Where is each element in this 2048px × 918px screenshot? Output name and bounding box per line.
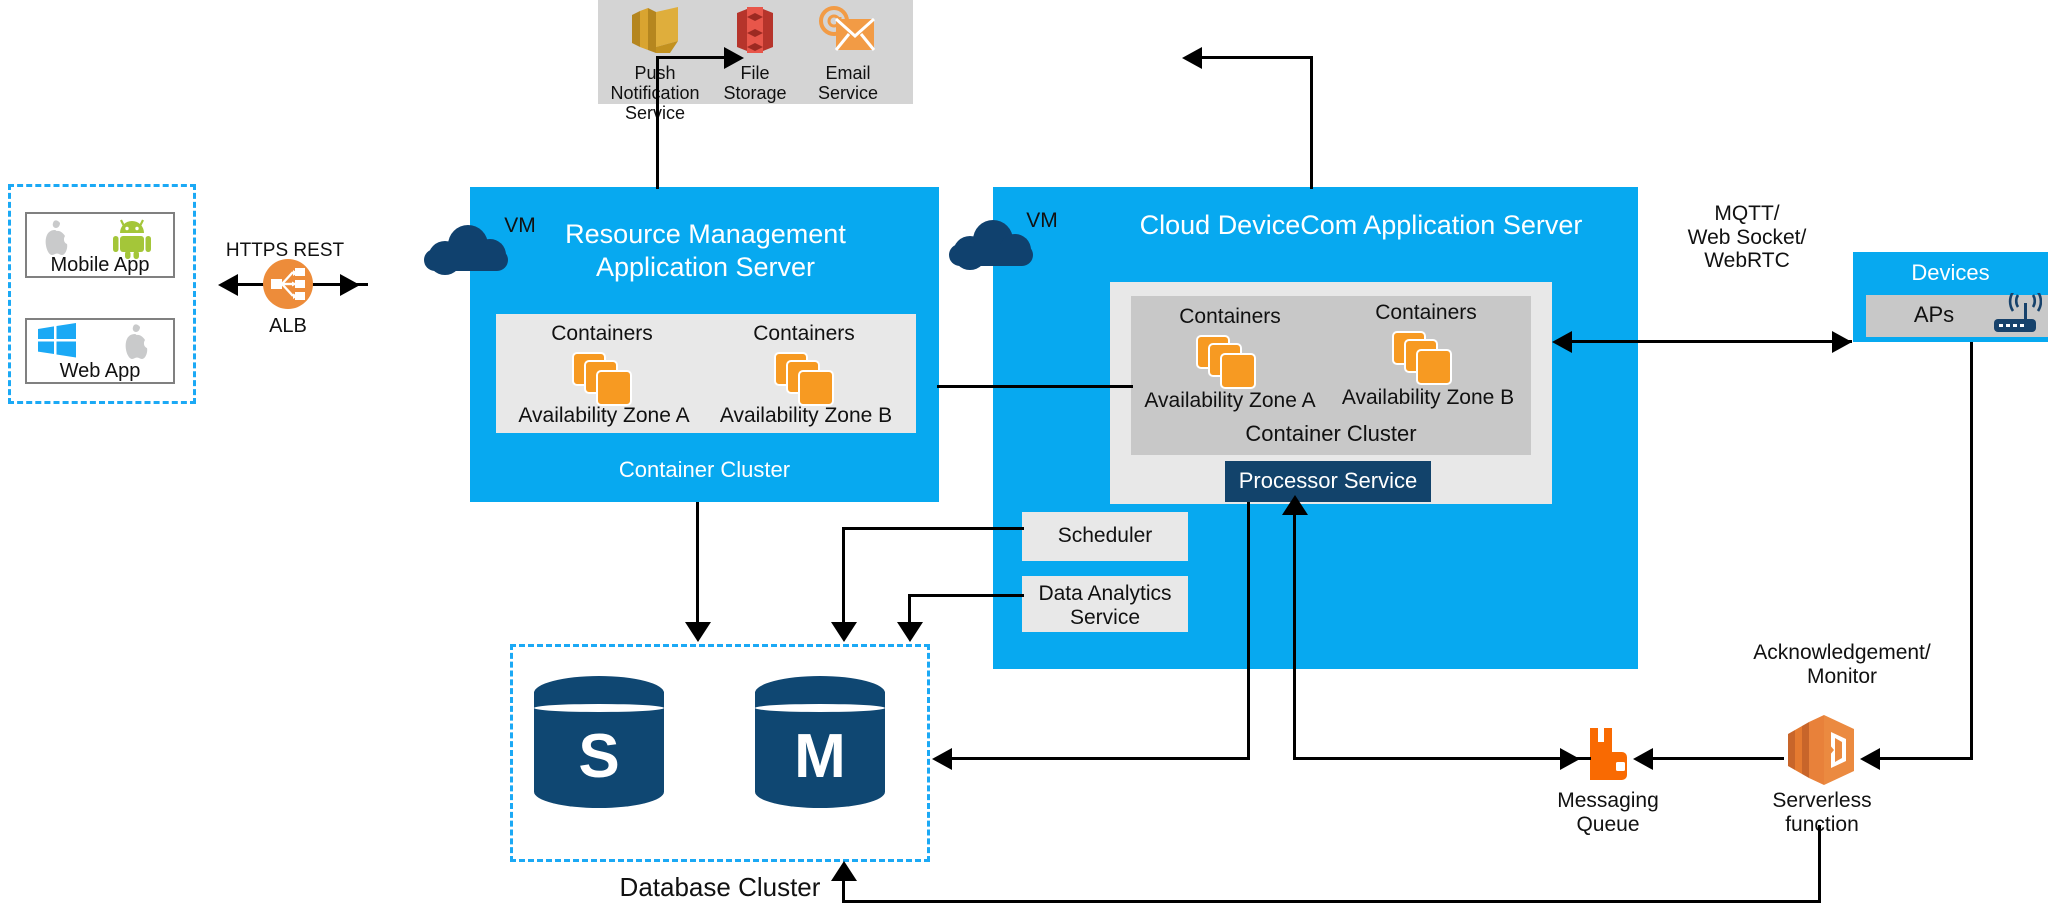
serverless-to-database-line-v2 bbox=[842, 880, 845, 902]
database-node-letter: M bbox=[755, 721, 885, 792]
containers-icon bbox=[774, 352, 832, 404]
serverless-to-database-line-h bbox=[842, 900, 1821, 903]
serverless-function-icon bbox=[1784, 712, 1860, 788]
wifi-access-point-icon bbox=[1990, 293, 2042, 335]
top-service-label-0: Push Notification Service bbox=[600, 63, 710, 123]
devicecom-zone-b-containers-label: Containers bbox=[1328, 301, 1524, 325]
devicecom-zone-a-containers-label: Containers bbox=[1135, 305, 1325, 329]
processor-to-database-line-h bbox=[950, 757, 1250, 760]
messaging-queue-icon bbox=[1583, 728, 1631, 782]
containers-icon bbox=[572, 352, 630, 404]
email-service-icon bbox=[818, 5, 876, 55]
devices-to-serverless-line-v bbox=[1970, 342, 1973, 759]
devicecom-to-topservices-line-h bbox=[1200, 56, 1313, 59]
serverless-to-database-arrowhead bbox=[831, 861, 857, 881]
acknowledgement-monitor-label: Acknowledgement/ Monitor bbox=[1737, 641, 1947, 688]
devices-to-serverless-arrowhead bbox=[1860, 748, 1880, 770]
serverless-to-queue-arrowhead bbox=[1633, 748, 1653, 770]
load-balancer-icon[interactable] bbox=[262, 258, 314, 310]
containers-icon bbox=[1392, 331, 1450, 383]
containers-icon bbox=[1196, 335, 1254, 387]
devicecom-to-topservices-arrowhead bbox=[1182, 47, 1202, 69]
resource-container-cluster-label: Container Cluster bbox=[470, 458, 939, 483]
resource-to-database-arrowhead bbox=[685, 622, 711, 642]
devicecom-server-title: Cloud DeviceCom Application Server bbox=[1076, 210, 1646, 240]
queue-to-processor-line-v bbox=[1293, 512, 1296, 757]
processor-to-database-line-v bbox=[1247, 502, 1250, 760]
devicecom-vm-label: VM bbox=[1018, 209, 1066, 233]
scheduler-label: Scheduler bbox=[1022, 524, 1188, 548]
mqtt-protocol-label: MQTT/ Web Socket/ WebRTC bbox=[1652, 202, 1842, 273]
analytics-to-database-arrowhead bbox=[897, 622, 923, 642]
database-cylinder-icon: S bbox=[534, 676, 664, 824]
mobile-app-label: Mobile App bbox=[25, 254, 175, 276]
resource-server-title: Resource Management Application Server bbox=[498, 218, 913, 284]
resource-zone-b-containers-label: Containers bbox=[705, 322, 903, 346]
architecture-diagram: Push Notification Service File Storage E… bbox=[0, 0, 2048, 918]
android-logo-icon bbox=[110, 217, 154, 259]
top-service-label-1: File Storage bbox=[710, 63, 800, 103]
data-analytics-service-label: Data Analytics Service bbox=[1022, 582, 1188, 629]
analytics-to-database-line-v bbox=[908, 594, 911, 625]
devicecom-zone-a-label: Availability Zone A bbox=[1126, 389, 1334, 413]
resource-to-topservices-h-final bbox=[657, 56, 725, 59]
messaging-queue-label: Messaging Queue bbox=[1533, 789, 1683, 836]
processor-to-database-arrowhead bbox=[932, 748, 952, 770]
push-notification-icon bbox=[626, 7, 684, 55]
scheduler-to-database-line-v bbox=[842, 527, 845, 625]
devicecom-container-cluster-label: Container Cluster bbox=[1131, 422, 1531, 447]
scheduler-to-database-line-h bbox=[842, 527, 1024, 530]
resource-to-devicecom-line bbox=[937, 385, 1133, 388]
aps-label: APs bbox=[1866, 303, 2002, 328]
devicecom-zone-b-label: Availability Zone B bbox=[1324, 386, 1532, 410]
alb-to-client-arrowhead bbox=[218, 274, 238, 296]
devices-to-serverless-line-h bbox=[1878, 757, 1973, 760]
devicecom-to-devices-arrowhead bbox=[1832, 331, 1852, 353]
web-app-label: Web App bbox=[25, 360, 175, 382]
devices-to-devicecom-arrowhead bbox=[1552, 331, 1572, 353]
alb-label: ALB bbox=[240, 315, 336, 337]
queue-inbound-arrowhead bbox=[1560, 748, 1580, 770]
windows-logo-icon bbox=[36, 322, 78, 360]
scheduler-to-database-arrowhead bbox=[831, 622, 857, 642]
devices-title: Devices bbox=[1853, 261, 2048, 286]
queue-to-processor-arrowhead bbox=[1282, 495, 1308, 515]
devicecom-to-devices-line bbox=[1570, 340, 1852, 343]
database-cluster-label: Database Cluster bbox=[510, 873, 930, 902]
resource-zone-a-label: Availability Zone A bbox=[498, 404, 710, 428]
processor-service-label: Processor Service bbox=[1225, 469, 1431, 494]
serverless-to-queue-line bbox=[1640, 757, 1784, 760]
analytics-to-database-line-h bbox=[908, 594, 1024, 597]
resource-to-topservices-line-v bbox=[656, 56, 659, 189]
queue-to-processor-line-h bbox=[1293, 757, 1591, 760]
alb-to-server-arrowhead bbox=[340, 274, 360, 296]
serverless-function-label: Serverless function bbox=[1745, 789, 1899, 836]
top-service-label-2: Email Service bbox=[805, 63, 891, 103]
database-node-letter: S bbox=[534, 721, 664, 792]
serverless-to-database-line-v1 bbox=[1818, 825, 1821, 903]
database-cylinder-icon: M bbox=[755, 676, 885, 824]
apple-logo-icon bbox=[38, 218, 72, 258]
apple-logo-icon bbox=[118, 322, 152, 362]
resource-to-database-line bbox=[696, 502, 699, 624]
resource-zone-a-containers-label: Containers bbox=[505, 322, 699, 346]
devicecom-to-topservices-line-v bbox=[1310, 56, 1313, 189]
resource-zone-b-label: Availability Zone B bbox=[700, 404, 912, 428]
resource-to-topservices-arrowhead bbox=[724, 47, 744, 69]
